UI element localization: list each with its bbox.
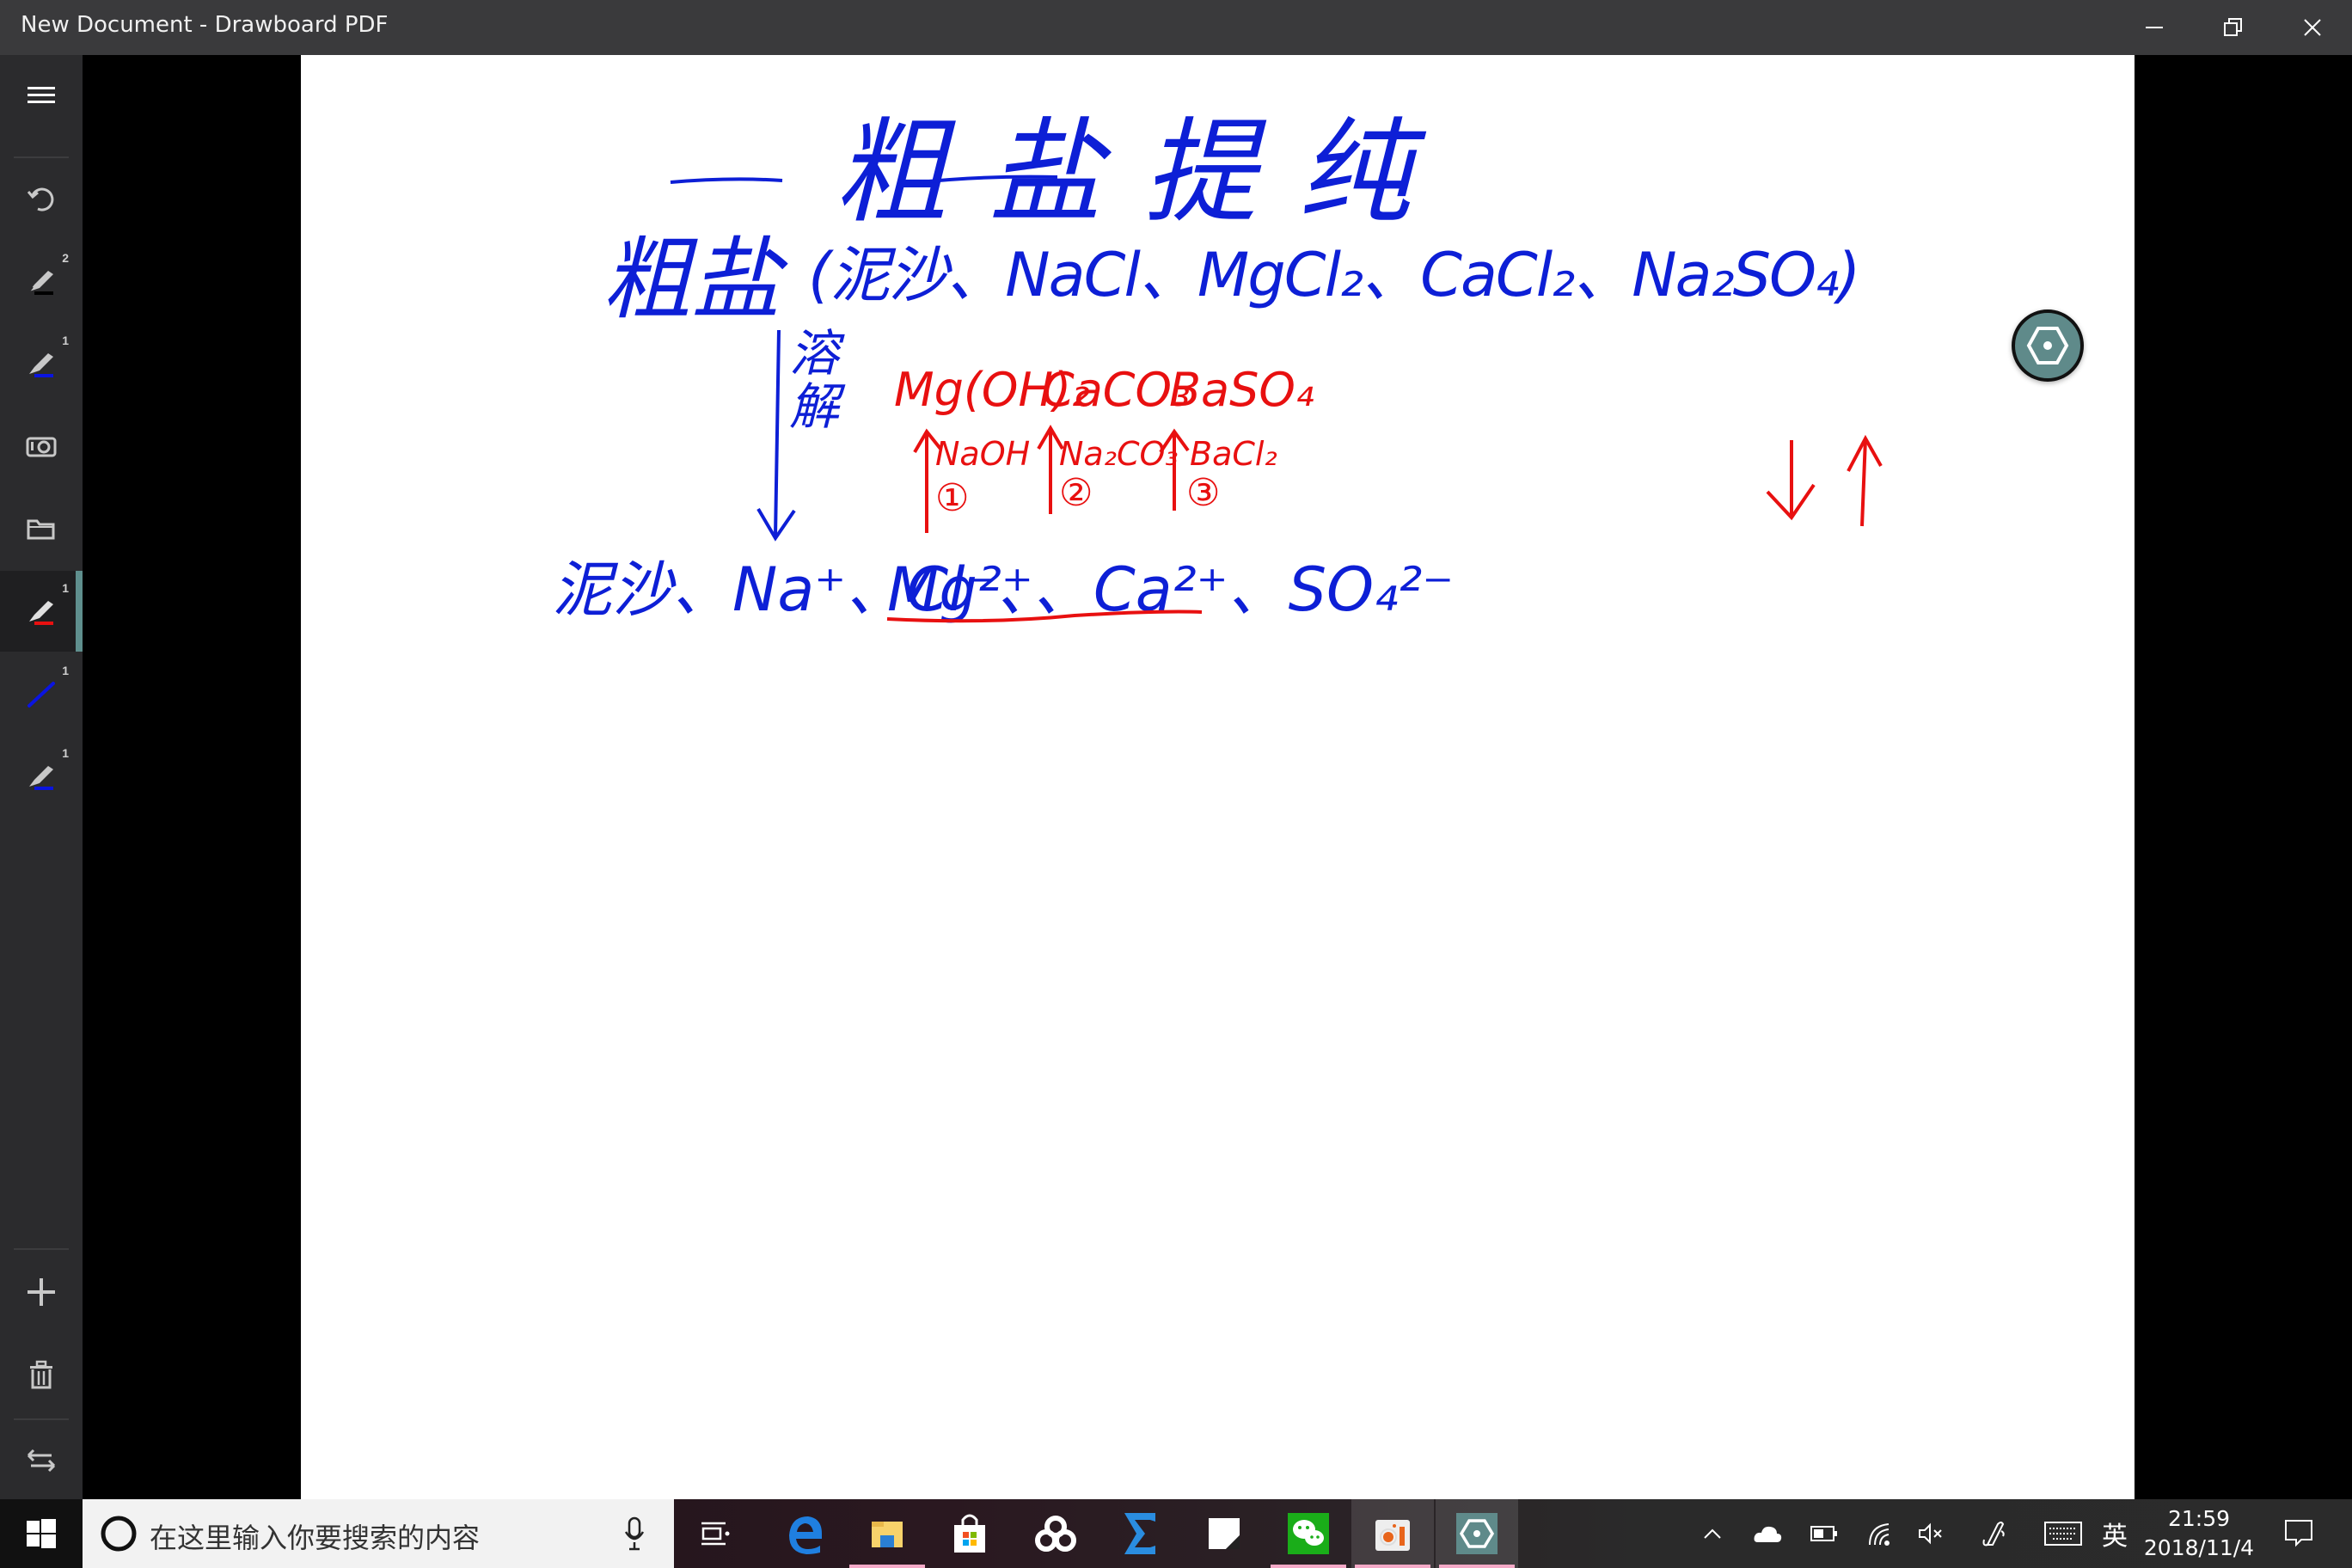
start-button[interactable] bbox=[0, 1499, 83, 1568]
pen-icon bbox=[29, 353, 53, 377]
cloud-knot-icon bbox=[1035, 1516, 1076, 1552]
windows-logo-icon bbox=[27, 1519, 56, 1548]
wifi-icon bbox=[1869, 1523, 1890, 1546]
action-center-button[interactable] bbox=[2273, 1499, 2324, 1568]
plus-icon bbox=[28, 1278, 55, 1306]
floating-toolbar-button[interactable] bbox=[2012, 309, 2084, 382]
minimize-button[interactable] bbox=[2115, 0, 2194, 55]
pen-icon bbox=[29, 601, 53, 625]
tray-touch-keyboard[interactable] bbox=[2039, 1499, 2087, 1568]
open-file-button[interactable] bbox=[0, 488, 83, 569]
taskbar-edge[interactable] bbox=[763, 1499, 846, 1568]
tray-network[interactable] bbox=[1855, 1499, 1903, 1568]
ink-strokes-layer bbox=[670, 175, 1883, 623]
sigma-icon bbox=[1124, 1513, 1155, 1554]
taskbar-sigma-app[interactable] bbox=[1099, 1499, 1181, 1568]
running-indicator bbox=[849, 1565, 925, 1568]
swap-arrows-icon bbox=[27, 1449, 56, 1473]
hexagon-dot-icon bbox=[1456, 1513, 1498, 1554]
tray-onedrive[interactable] bbox=[1743, 1499, 1792, 1568]
pen-count-badge: 2 bbox=[62, 251, 69, 265]
clock-time: 21:59 bbox=[2167, 1506, 2231, 1531]
pen-icon bbox=[29, 766, 53, 790]
running-indicator bbox=[1271, 1565, 1346, 1568]
line-tool-blue[interactable]: 1 bbox=[0, 653, 83, 734]
taskbar: 在这里输入你要搜索的内容 英 21:59 2018/11/4 bbox=[0, 1499, 2352, 1568]
notification-icon bbox=[2285, 1520, 2312, 1547]
taskbar-task-view[interactable] bbox=[674, 1499, 756, 1568]
store-bag-icon bbox=[954, 1514, 985, 1553]
add-page-button[interactable] bbox=[0, 1252, 83, 1332]
taskbar-store[interactable] bbox=[928, 1499, 1011, 1568]
pen-icon bbox=[28, 271, 53, 295]
keyboard-icon bbox=[2044, 1522, 2082, 1546]
close-icon bbox=[2304, 19, 2321, 36]
undo-button[interactable] bbox=[0, 158, 83, 239]
taskbar-screen-recorder[interactable] bbox=[1351, 1499, 1434, 1568]
menu-button[interactable] bbox=[0, 55, 83, 136]
folder-icon bbox=[872, 1522, 903, 1547]
impurity-ions-underline bbox=[886, 609, 1203, 623]
edge-icon bbox=[789, 1516, 822, 1554]
hamburger-menu-icon bbox=[28, 87, 55, 103]
sidebar-divider bbox=[14, 1248, 69, 1250]
restore-icon bbox=[2224, 18, 2242, 36]
pen-count-badge: 1 bbox=[62, 746, 69, 760]
search-placeholder: 在这里输入你要搜索的内容 bbox=[150, 1522, 481, 1554]
pen-tool-blue-2[interactable]: 1 bbox=[0, 736, 83, 817]
dissolve-arrow-shaft bbox=[774, 329, 781, 537]
taskbar-baidu-netdisk[interactable] bbox=[1014, 1499, 1097, 1568]
pen-count-badge: 1 bbox=[62, 334, 69, 347]
wechat-icon bbox=[1288, 1513, 1329, 1554]
window-title: New Document - Drawboard PDF bbox=[21, 12, 389, 38]
cortana-circle-icon bbox=[101, 1516, 137, 1552]
running-indicator bbox=[1439, 1565, 1515, 1568]
restore-button[interactable] bbox=[2194, 0, 2273, 55]
taskbar-file-explorer[interactable] bbox=[846, 1499, 928, 1568]
document-page[interactable]: 粗盐提纯 粗盐 (泥沙、NaCl、MgCl₂、CaCl₂、Na₂SO₄) 溶解 … bbox=[301, 55, 2135, 1499]
minimize-icon bbox=[2146, 27, 2163, 28]
battery-icon bbox=[1810, 1526, 1837, 1541]
line-count-badge: 1 bbox=[62, 664, 69, 677]
sticky-note-icon bbox=[1209, 1518, 1240, 1549]
tray-volume[interactable] bbox=[1907, 1499, 1955, 1568]
taskbar-drawboard[interactable] bbox=[1436, 1499, 1518, 1568]
title-underline-stroke bbox=[670, 177, 783, 184]
taskbar-search-box[interactable]: 在这里输入你要搜索的内容 bbox=[83, 1499, 674, 1568]
pen-count-badge: 1 bbox=[62, 581, 69, 595]
show-hidden-icons-button[interactable] bbox=[1690, 1499, 1735, 1568]
chevron-up-icon bbox=[1704, 1528, 1721, 1539]
title-bar: New Document - Drawboard PDF bbox=[0, 0, 2352, 55]
pen-tool-red[interactable]: 1 bbox=[0, 571, 83, 652]
tool-sidebar: 2 1 1 1 1 bbox=[0, 55, 83, 1499]
folder-icon bbox=[27, 519, 55, 540]
clock-date: 2018/11/4 bbox=[2143, 1535, 2255, 1560]
delete-button[interactable] bbox=[0, 1334, 83, 1415]
tray-ime-indicator[interactable]: 英 bbox=[2094, 1499, 2135, 1568]
tray-clock[interactable]: 21:59 2018/11/4 bbox=[2141, 1504, 2257, 1563]
pen-tool-blue[interactable]: 1 bbox=[0, 323, 83, 404]
camera-icon bbox=[26, 437, 57, 457]
running-indicator bbox=[1355, 1565, 1430, 1568]
close-button[interactable] bbox=[2273, 0, 2352, 55]
volume-muted-icon bbox=[1919, 1522, 1942, 1545]
pen-tool-black[interactable]: 2 bbox=[0, 241, 83, 322]
taskbar-wechat[interactable] bbox=[1267, 1499, 1350, 1568]
line-icon bbox=[28, 682, 55, 707]
cloud-icon bbox=[1754, 1526, 1782, 1542]
tray-windows-ink[interactable] bbox=[1969, 1499, 2017, 1568]
swap-button[interactable] bbox=[0, 1420, 83, 1501]
trash-icon bbox=[30, 1360, 52, 1389]
tray-battery[interactable] bbox=[1800, 1499, 1848, 1568]
taskbar-sticky-notes[interactable] bbox=[1183, 1499, 1265, 1568]
undo-icon bbox=[27, 187, 54, 211]
camera-button[interactable] bbox=[0, 406, 83, 487]
camera-record-icon bbox=[1375, 1520, 1410, 1551]
legend-up-arrow bbox=[1860, 438, 1867, 527]
title-underline-stroke bbox=[919, 175, 1058, 184]
pen-ink-icon bbox=[1982, 1522, 2005, 1547]
hexagon-dot-icon bbox=[2026, 327, 2069, 364]
task-view-icon bbox=[701, 1522, 730, 1546]
microphone-icon[interactable] bbox=[624, 1516, 645, 1551]
